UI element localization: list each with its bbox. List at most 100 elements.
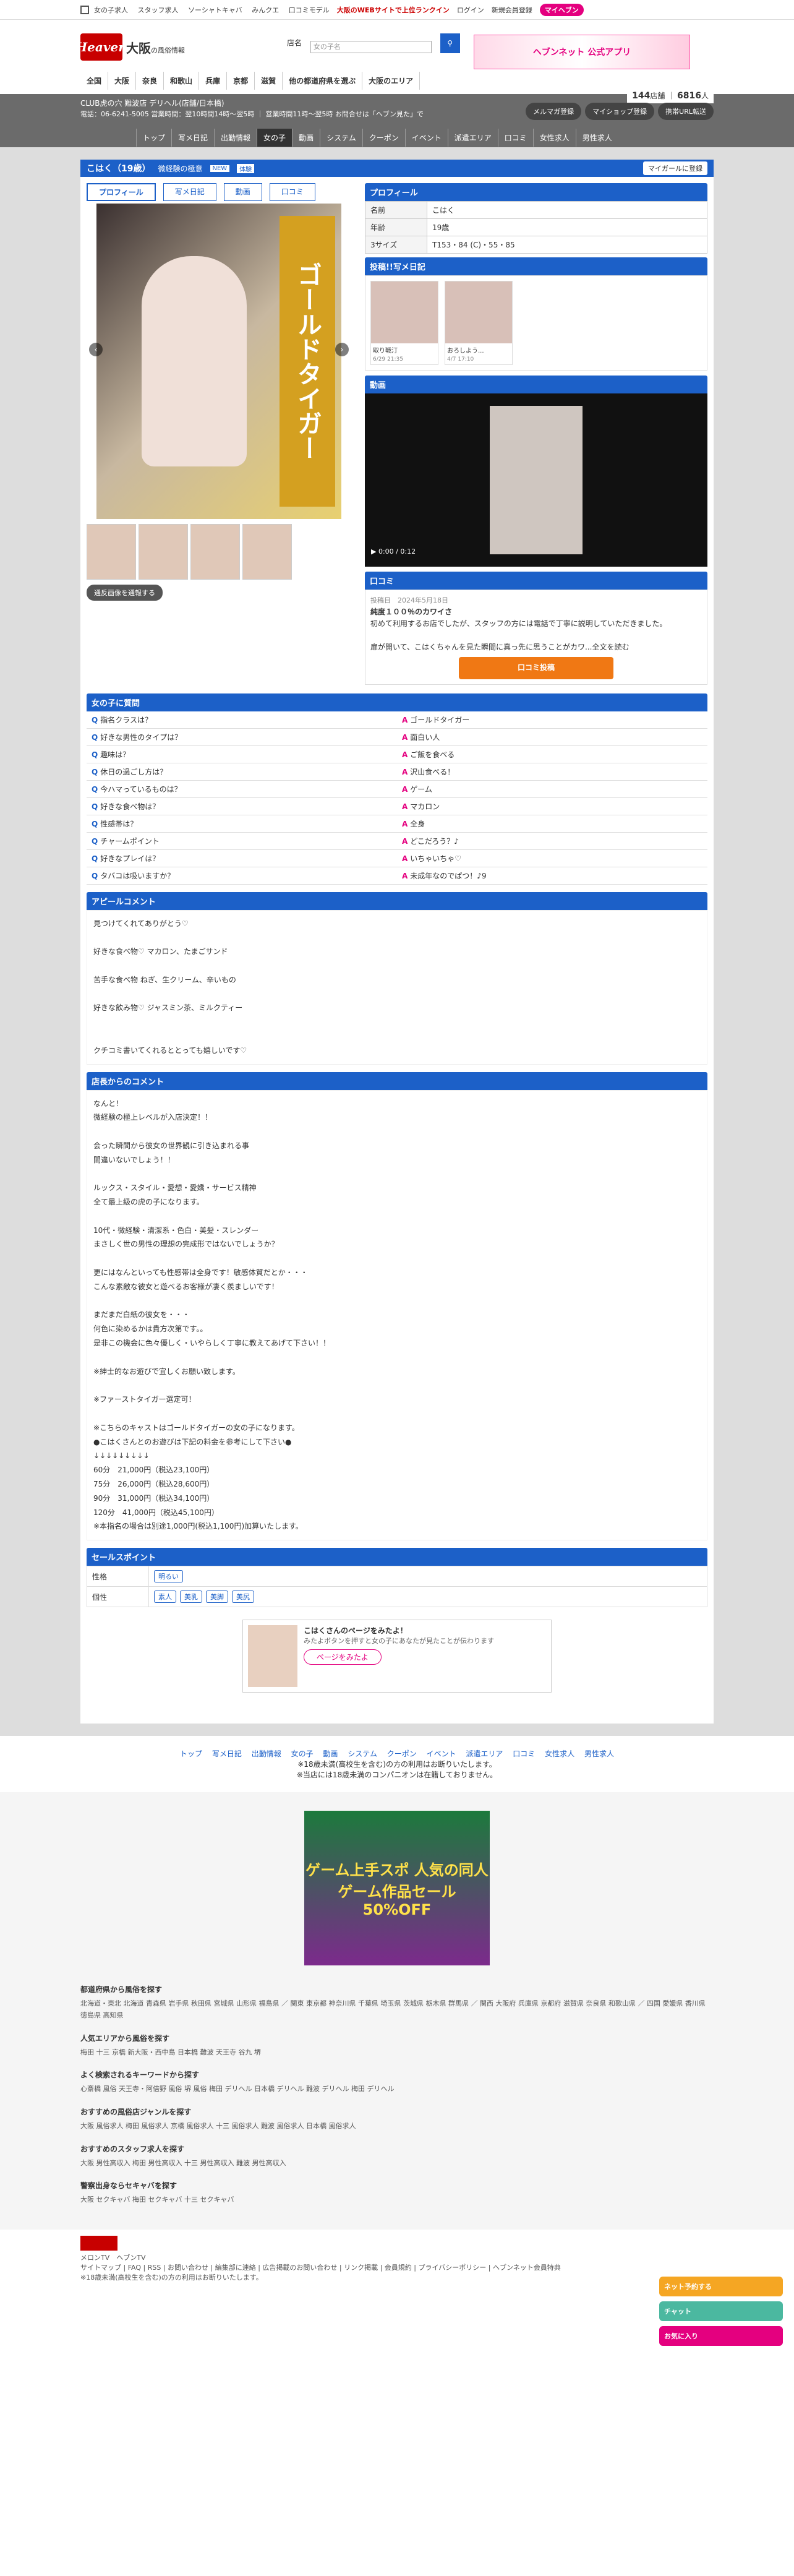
login-link[interactable]: ログイン	[457, 5, 484, 15]
footer-nav: トップ 写メ日記 出勤情報 女の子 動画 システム クーポン イベント 派遣エリ…	[0, 1736, 794, 1792]
qa-row: Q 性感帯は？ A 全身	[87, 815, 707, 833]
shop-tab[interactable]: イベント	[404, 129, 448, 147]
shop-tab[interactable]: 写メ日記	[171, 129, 214, 147]
footer-link[interactable]: 写メ日記	[212, 1750, 242, 1758]
footer-link[interactable]: 派遣エリア	[466, 1750, 503, 1758]
footer-link[interactable]: 口コミ	[513, 1750, 535, 1758]
area-tab[interactable]: 滋賀	[255, 72, 283, 90]
footer-link[interactable]: 動画	[323, 1750, 338, 1758]
tab-diary[interactable]: 写メ日記	[163, 183, 216, 201]
thumbnail[interactable]	[242, 524, 292, 580]
footer-link[interactable]: クーポン	[387, 1750, 417, 1758]
area-tab[interactable]: 奈良	[136, 72, 164, 90]
app-banner[interactable]: ヘブンネット 公式アプリ	[474, 35, 690, 69]
heaven-logo[interactable]: Heaven	[75, 33, 127, 61]
mobile-url-button[interactable]: 携帯URL転送	[658, 103, 714, 120]
footer-link[interactable]: 男性求人	[584, 1750, 614, 1758]
main: こはく（19歳） 微経験の極意 NEW 体験 マイガールに登録 プロフィール 写…	[0, 147, 794, 1737]
footer-link[interactable]: 女の子	[291, 1750, 314, 1758]
mitayo-button[interactable]: ページをみたよ	[304, 1649, 382, 1665]
game-ad-banner[interactable]: ゲーム上手スポ 人気の同人ゲーム作品セール 50%OFF	[304, 1811, 490, 1966]
footer-link[interactable]: トップ	[180, 1750, 202, 1758]
chat-button[interactable]: チャット	[659, 2301, 783, 2321]
diary-post[interactable]: 取り戦汀 6/29 21:35	[370, 281, 438, 365]
thumbnail[interactable]	[139, 524, 188, 580]
bottom-area: ゲーム上手スポ 人気の同人ゲーム作品セール 50%OFF 都道府県から風俗を探す…	[0, 1792, 794, 2230]
girl-thumbnail	[248, 1625, 297, 1688]
footer-sub[interactable]: メロンTV ヘブンTV	[80, 2252, 714, 2262]
post-review-button[interactable]: 口コミ投稿	[459, 657, 613, 679]
sales-section: セールスポイント 性格 明るい 個性 素人 美乳 美脚 美尻	[87, 1548, 707, 1608]
main-photo: ゴールドタイガー ‹ ›	[89, 204, 349, 519]
my-heaven-button[interactable]: マイヘブン	[539, 3, 584, 16]
footer-links[interactable]: サイトマップ | FAQ | RSS | お問い合わせ | 編集部に連絡 | 広…	[80, 2262, 714, 2272]
myshop-button[interactable]: マイショップ登録	[585, 103, 655, 120]
video-player[interactable]: ▶ 0:00 / 0:12	[365, 393, 707, 567]
shop-tab[interactable]: 口コミ	[497, 129, 533, 147]
tab-profile[interactable]: プロフィール	[87, 183, 156, 201]
area-tab[interactable]: 兵庫	[199, 72, 228, 90]
girl-figure	[142, 256, 247, 466]
shop-nav: トップ 写メ日記 出勤情報 女の子 動画 システム クーポン イベント 派遣エリ…	[136, 129, 618, 147]
top-link[interactable]: 口コミモデル	[289, 6, 330, 14]
appeal-body: 見つけてくれてありがとう♡ 好きな食べ物♡ マカロン、たまごサンド 苦手な食べ物…	[87, 909, 707, 1065]
ranking-link[interactable]: 大阪のWEBサイトで上位ランクイン	[337, 5, 450, 15]
search-icon[interactable]: ⚲	[440, 33, 460, 53]
area-tab[interactable]: 他の都道府県を選ぶ	[283, 72, 363, 90]
shop-tab[interactable]: 女性求人	[532, 129, 576, 147]
mitayo-text: みたよボタンを押すと女の子にあなたが見たことが伝わります	[304, 1637, 494, 1646]
shop-tab[interactable]: システム	[320, 129, 362, 147]
mailmag-button[interactable]: メルマガ登録	[526, 103, 582, 120]
top-link[interactable]: 女の子求人	[94, 6, 128, 14]
report-button[interactable]: 通反画像を通報する	[87, 585, 163, 601]
shop-comment-body: なんと！ 微経験の極上レベルが入店決定！！ 会った瞬間から彼女の世界観に引き込ま…	[87, 1089, 707, 1541]
prev-arrow-icon[interactable]: ‹	[89, 343, 103, 356]
tab-video[interactable]: 動画	[223, 183, 262, 201]
net-reserve-button[interactable]: ネット予約する	[659, 2277, 783, 2296]
qa-row: Q 趣味は？ A ご飯を食べる	[87, 745, 707, 763]
next-arrow-icon[interactable]: ›	[335, 343, 349, 356]
review-title: 純度１００％のカワイさ	[370, 607, 453, 616]
shop-tab[interactable]: 派遣エリア	[447, 129, 498, 147]
diary-post[interactable]: おろしよう... 4/7 17:10	[445, 281, 513, 365]
footer-link[interactable]: 女性求人	[545, 1750, 574, 1758]
footer-link[interactable]: システム	[348, 1750, 377, 1758]
area-tab[interactable]: 全国	[80, 72, 109, 90]
thumbnail[interactable]	[87, 524, 136, 580]
tab-review[interactable]: 口コミ	[269, 183, 315, 201]
footer-link[interactable]: イベント	[427, 1750, 456, 1758]
search-label: 店名	[287, 38, 302, 48]
area-tab[interactable]: 大阪のエリア	[362, 72, 420, 90]
area-tab[interactable]: 和歌山	[164, 72, 200, 90]
top-link[interactable]: みんクエ	[252, 6, 279, 14]
top-link[interactable]: ソーシャトキャバ	[188, 6, 242, 14]
header: Heaven 大阪の風俗情報 店名 女の子名 ⚲ ヘブンネット 公式アプリ 全国…	[75, 20, 714, 94]
shop-tab[interactable]: クーポン	[362, 129, 405, 147]
thumbnail[interactable]	[190, 524, 240, 580]
counts: 144店舗 ｜ 6816人	[627, 88, 714, 103]
shop-tab-active[interactable]: 女の子	[257, 129, 292, 147]
area-tab[interactable]: 大阪	[108, 72, 137, 90]
video-controls[interactable]: ▶ 0:00 / 0:12	[371, 547, 416, 556]
shop-tab[interactable]: 動画	[292, 129, 320, 147]
sales-heading: セールスポイント	[87, 1548, 707, 1566]
register-link[interactable]: 新規会員登録	[492, 5, 532, 15]
grid-menu-icon[interactable]	[80, 5, 89, 14]
qa-row: Q 好きな男性のタイプは？ A 面白い人	[87, 728, 707, 746]
qa-row: Q タバコは吸いますか？ A 未成年なのでぱつ！♪9	[87, 867, 707, 885]
area-tab[interactable]: 京都	[227, 72, 255, 90]
shop-tab[interactable]: トップ	[136, 129, 171, 147]
my-girl-button[interactable]: マイガールに登録	[643, 161, 707, 175]
shop-name: CLUB虎の穴 難波店 デリヘル(店舗/日本橋)	[80, 99, 224, 108]
link-block: よく検索されるキーワードから探す 心斎橋 風俗 天王寺・阿倍野 風俗 堺 風俗 梅…	[80, 2071, 395, 2093]
shop-tab[interactable]: 男性求人	[575, 129, 618, 147]
qa-row: Q 休日の過ごし方は？ A 沢山食べる！	[87, 763, 707, 781]
favorite-button[interactable]: お気に入り	[659, 2326, 783, 2346]
girl-name: こはく（19歳）	[87, 164, 151, 174]
footer-logo[interactable]	[80, 2236, 117, 2251]
shop-tab[interactable]: 出勤情報	[214, 129, 257, 147]
top-link[interactable]: スタッフ求人	[138, 6, 179, 14]
search-input[interactable]: 女の子名	[310, 41, 432, 53]
table-row: 性格 明るい	[87, 1566, 707, 1587]
footer-link[interactable]: 出勤情報	[252, 1750, 281, 1758]
